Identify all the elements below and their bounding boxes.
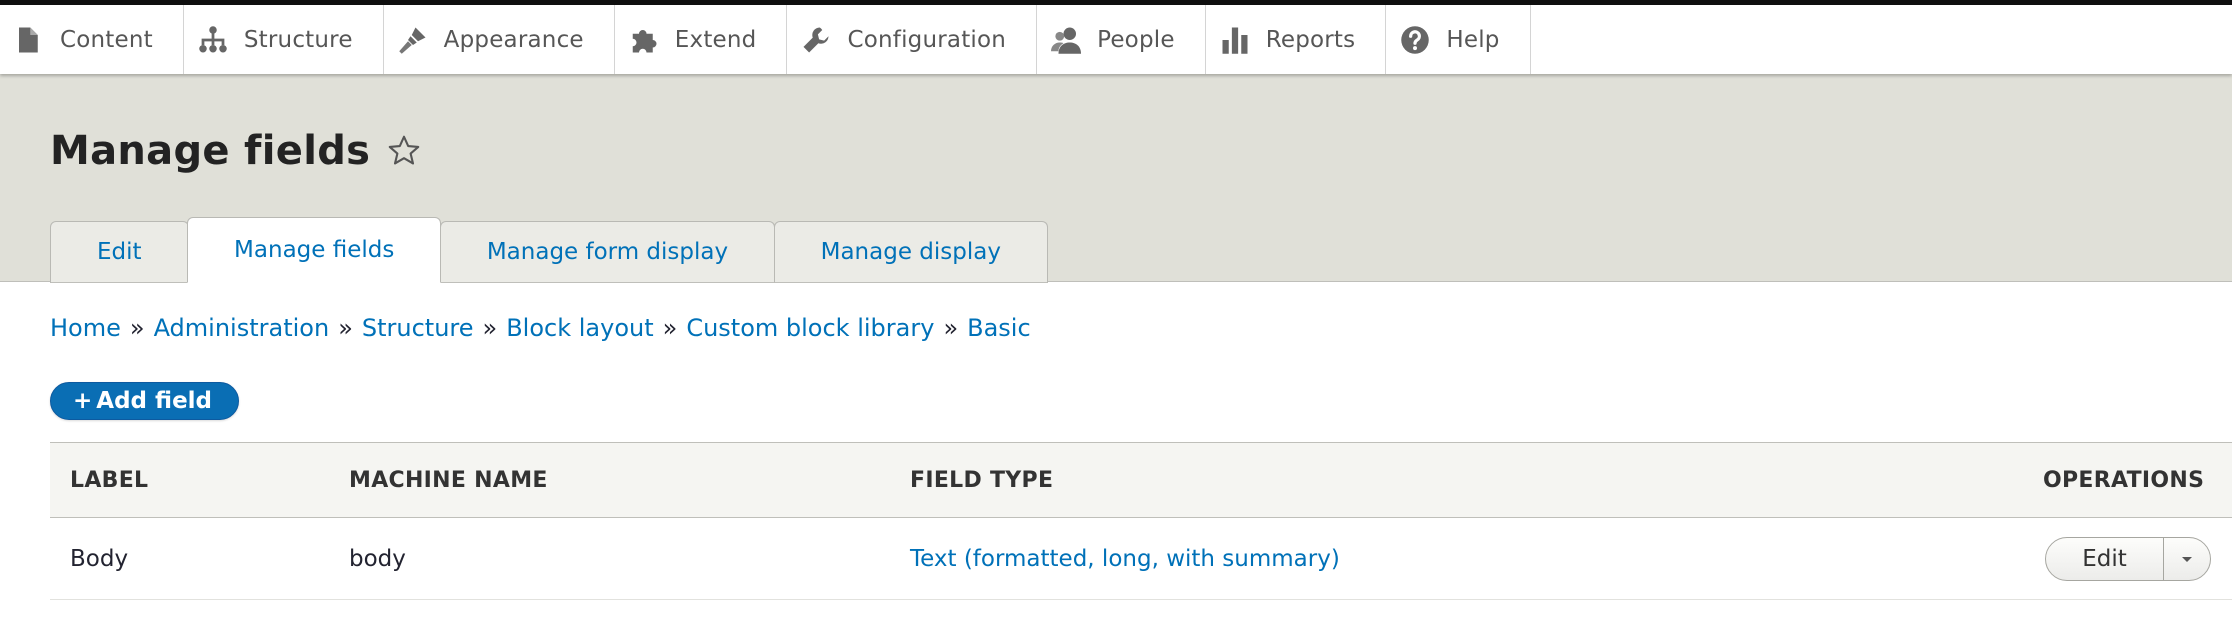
- table-header: Label Machine name Field type Operations: [50, 442, 2232, 518]
- toolbar-item-label: Help: [1446, 26, 1500, 53]
- breadcrumb-separator: »: [943, 314, 959, 342]
- bar-chart-icon: [1222, 27, 1248, 54]
- breadcrumb-link-home[interactable]: Home: [50, 314, 121, 342]
- page-title: Manage fields: [50, 128, 371, 174]
- cell-field-type: Text (formatted, long, with summary): [910, 518, 1340, 600]
- breadcrumb-link-administration[interactable]: Administration: [154, 314, 330, 342]
- document-icon: [19, 27, 38, 52]
- toolbar-item-label: Extend: [674, 26, 757, 53]
- paintbrush-icon: [398, 27, 426, 54]
- breadcrumb-link-structure[interactable]: Structure: [362, 314, 474, 342]
- toolbar-item-appearance[interactable]: Appearance: [384, 5, 615, 74]
- breadcrumb-link-block-layout[interactable]: Block layout: [506, 314, 653, 342]
- toolbar-item-structure[interactable]: Structure: [184, 5, 384, 74]
- plus-icon: +: [73, 388, 93, 414]
- column-header-machine-name: Machine name: [349, 467, 548, 493]
- question-icon: [1401, 25, 1430, 54]
- edit-button[interactable]: Edit: [2046, 538, 2164, 580]
- toolbar-item-configuration[interactable]: Configuration: [787, 5, 1038, 74]
- field-type-link[interactable]: Text (formatted, long, with summary): [910, 546, 1340, 572]
- toolbar-item-help[interactable]: Help: [1386, 5, 1531, 74]
- toolbar-item-people[interactable]: People: [1037, 5, 1206, 74]
- toolbar-item-label: People: [1097, 26, 1175, 53]
- breadcrumb-link-custom-block-library[interactable]: Custom block library: [686, 314, 934, 342]
- add-field-button[interactable]: + Add field: [50, 382, 240, 420]
- breadcrumb-separator: »: [662, 314, 678, 342]
- people-icon: [1051, 27, 1082, 54]
- breadcrumb: Home » Administration » Structure » Bloc…: [50, 314, 1031, 342]
- toolbar-item-label: Reports: [1265, 26, 1356, 53]
- toolbar-item-label: Structure: [243, 26, 353, 53]
- table-row: Body body Text (formatted, long, with su…: [50, 518, 2232, 600]
- page-header: Manage fields Edit Manage fields Manage …: [0, 74, 2232, 283]
- toolbar-item-extend[interactable]: Extend: [615, 5, 788, 74]
- puzzle-icon: [632, 29, 657, 52]
- breadcrumb-separator: »: [482, 314, 498, 342]
- caret-down-icon: [2182, 557, 2192, 562]
- dropbutton-toggle[interactable]: [2164, 538, 2210, 580]
- primary-tabs: Edit Manage fields Manage form display M…: [50, 216, 1048, 283]
- column-header-label: Label: [70, 467, 149, 493]
- title-row: Manage fields: [50, 128, 422, 174]
- toolbar-item-label: Configuration: [847, 26, 1007, 53]
- breadcrumb-separator: »: [338, 314, 353, 342]
- star-icon[interactable]: [386, 133, 422, 169]
- column-header-operations: Operations: [2043, 467, 2205, 493]
- toolbar-item-label: Appearance: [443, 26, 584, 53]
- sitemap-icon: [199, 25, 227, 52]
- toolbar-item-label: Content: [60, 26, 153, 53]
- fields-table: Label Machine name Field type Operations…: [50, 442, 2232, 600]
- add-field-label: Add field: [96, 388, 213, 414]
- admin-toolbar: Content Structure Appearance Extend Conf…: [0, 0, 2232, 74]
- breadcrumb-link-basic[interactable]: Basic: [967, 314, 1031, 342]
- cell-machine-name: body: [349, 546, 406, 572]
- operations-dropbutton: Edit: [2045, 537, 2211, 581]
- breadcrumb-separator: »: [129, 314, 145, 342]
- tab-manage-form-display[interactable]: Manage form display: [439, 220, 776, 283]
- wrench-icon: [803, 27, 829, 52]
- toolbar-item-reports[interactable]: Reports: [1206, 5, 1387, 74]
- cell-label: Body: [70, 546, 129, 572]
- tab-manage-display[interactable]: Manage display: [773, 220, 1048, 283]
- tab-manage-fields[interactable]: Manage fields: [187, 216, 442, 283]
- tab-edit[interactable]: Edit: [50, 220, 189, 283]
- toolbar-item-content[interactable]: Content: [0, 5, 184, 74]
- column-header-field-type: Field type: [910, 467, 1054, 493]
